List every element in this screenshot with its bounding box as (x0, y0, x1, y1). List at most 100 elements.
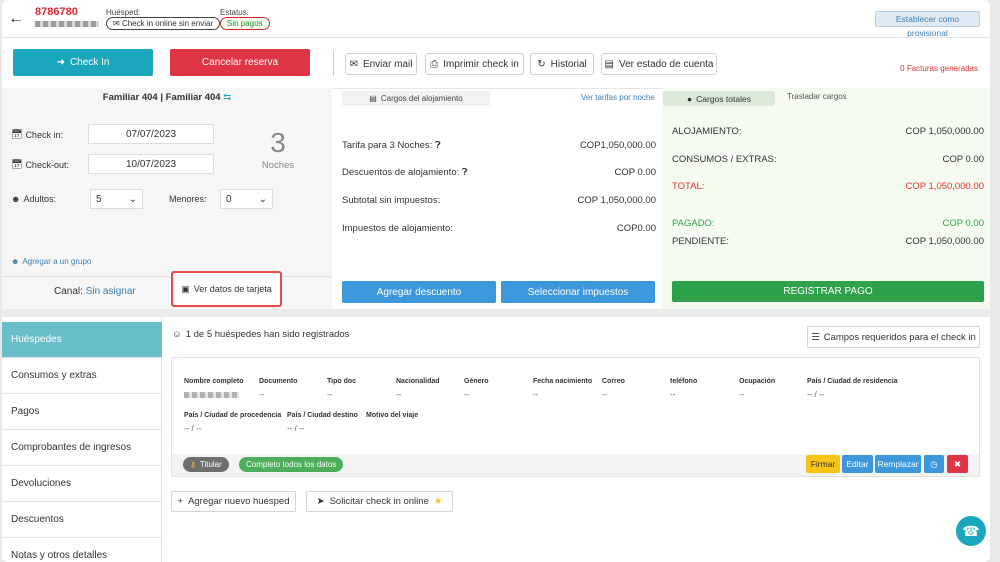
cell-value: -- (396, 390, 402, 399)
cell-value: -- (739, 390, 745, 399)
section-divider (2, 309, 990, 317)
guest-label: Huésped: (106, 8, 141, 17)
column-header: Tipo doc (327, 378, 357, 385)
cell-value: -- (533, 390, 539, 399)
cell-value: -- / -- (807, 390, 825, 399)
users-icon: ☻ (11, 257, 20, 266)
minors-select[interactable]: 0 ⌄ (220, 189, 273, 209)
sidebar-item-consumos[interactable]: Consumos y extras (2, 358, 162, 394)
help-icon[interactable]: ❓︎ (462, 167, 468, 178)
help-icon[interactable]: ❓︎ (435, 140, 441, 151)
total-row: TOTAL: COP 1,050,000.00 (672, 181, 984, 192)
tab-move-charges[interactable]: Trasladar cargos (787, 92, 847, 101)
view-card-data-button[interactable]: ▣ Ver datos de tarjeta (171, 271, 282, 307)
trophy-icon: ★ (433, 496, 443, 507)
column-header: Motivo del viaje (366, 412, 419, 419)
tab-total-charges[interactable]: ● Cargos totales (663, 91, 775, 106)
edit-button[interactable]: Editar (842, 455, 873, 473)
checkin-date-field[interactable]: 07/07/2023 (88, 124, 214, 144)
column-header: País / Ciudad de residencia (807, 378, 898, 385)
sidebar-item-comprobantes[interactable]: Comprobantes de ingresos (2, 430, 162, 466)
charge-row: Tarifa para 3 Noches: ❓︎ COP1,050,000.00 (342, 140, 656, 151)
add-to-group-link[interactable]: ☻ Agregar a un grupo (11, 257, 91, 266)
invoices-count[interactable]: 0 Facturas generadas (900, 64, 978, 73)
guest-name-blurred (35, 21, 99, 27)
guest-status-badge: ✉ Check in online sin enviar (106, 17, 221, 30)
sidebar-item-descuentos[interactable]: Descuentos (2, 502, 162, 538)
printer-icon: ⎙ (430, 58, 439, 70)
sidebar-item-notas[interactable]: Notas y otros detalles (2, 538, 162, 562)
add-guest-button[interactable]: + Agregar nuevo huésped (171, 491, 296, 512)
replace-button[interactable]: Remplazar (875, 455, 921, 473)
holder-badge: ⚷ Titular (183, 457, 229, 472)
credit-card-icon: ▣ (181, 283, 190, 294)
add-discount-button[interactable]: Agregar descuento (342, 281, 496, 303)
adults-label: ☻ Adultos: (11, 194, 57, 204)
request-online-checkin-button[interactable]: ➤ Solicitar check in online ★ (306, 491, 453, 512)
cell-value: -- / -- (287, 424, 305, 433)
view-nightly-rates-link[interactable]: Ver tarifas por noche (581, 93, 655, 102)
required-fields-button[interactable]: ☰ Campos requeridos para el check in (807, 326, 980, 348)
room-name: Familiar 404 | Familiar 404 ⇆ (102, 92, 232, 103)
charge-row: Impuestos de alojamiento: COP0.00 (342, 223, 656, 234)
total-row: CONSUMOS / EXTRAS: COP 0.00 (672, 154, 984, 165)
pending-row: PENDIENTE: COP 1,050,000.00 (672, 236, 984, 247)
cancel-reservation-button[interactable]: Cancelar reserva (170, 49, 310, 76)
adults-select[interactable]: 5 ⌄ (90, 189, 143, 209)
select-taxes-button[interactable]: Seleccionar impuestos (501, 281, 655, 303)
provisional-button[interactable]: Establecer como provisional (875, 11, 980, 38)
headset-icon: ☎ (962, 522, 980, 539)
checkout-date-field[interactable]: 10/07/2023 (88, 154, 214, 174)
complete-data-badge: Completo todos los datos (239, 457, 344, 472)
guest-name-blurred (184, 392, 239, 398)
sidebar-item-pagos[interactable]: Pagos (2, 394, 162, 430)
column-header: Nacionalidad (396, 378, 440, 385)
send-mail-button[interactable]: ✉ Enviar mail (345, 53, 417, 75)
divider (333, 50, 334, 76)
support-chat-button[interactable]: ☎ (956, 516, 986, 546)
status-badge: Sin pagos (220, 17, 270, 30)
column-header: Nombre completo (184, 378, 244, 385)
clock-icon[interactable]: ◷ (924, 455, 944, 473)
checkin-button[interactable]: ➜ Check In (13, 49, 153, 76)
divider (2, 276, 332, 277)
bed-icon: ▤ (369, 94, 377, 103)
key-icon: ⚷ (190, 460, 196, 469)
minors-label: Menores: (169, 194, 207, 204)
register-payment-button[interactable]: REGISTRAR PAGO (672, 281, 984, 302)
column-header: Correo (602, 378, 625, 385)
paid-row: PAGADO: COP 0.00 (672, 218, 984, 229)
calendar-icon: 📅︎ (11, 129, 23, 139)
user-circle-icon: ☺ (172, 329, 182, 340)
guests-registered-title: ☺ 1 de 5 huéspedes han sido registrados (172, 329, 350, 340)
nights-count: 3 (270, 127, 286, 158)
channel-info: Canal: Sin asignar (54, 286, 136, 297)
sign-button[interactable]: Firmar (806, 455, 840, 473)
send-icon: ➤ (316, 496, 325, 507)
back-arrow-icon[interactable]: ← (8, 10, 24, 28)
app-frame: ← 8786780 Huésped: ✉ Check in online sin… (0, 0, 1000, 562)
cell-value: -- / -- (184, 424, 202, 433)
history-button[interactable]: ↻ Historial (530, 53, 594, 75)
checkout-label: 📅︎ Check-out: (11, 159, 69, 170)
checkin-label: 📅︎ Check in: (11, 129, 63, 140)
sidebar-item-huespedes[interactable]: Huéspedes (2, 322, 162, 358)
calendar-icon: 📅︎ (11, 159, 23, 169)
column-header: País / Ciudad destino (287, 412, 358, 419)
print-checkin-button[interactable]: ⎙ Imprimir check in (425, 53, 524, 75)
sidebar-item-devoluciones[interactable]: Devoluciones (2, 466, 162, 502)
cell-value: -- (670, 390, 676, 399)
channel-link[interactable]: Sin asignar (86, 286, 136, 297)
tab-lodging-charges[interactable]: ▤ Cargos del alojamiento (342, 91, 490, 106)
status-label: Estatus: (220, 8, 249, 17)
reservation-id: 8786780 (35, 6, 78, 18)
swap-icon[interactable]: ⇆ (223, 92, 231, 103)
chevron-down-icon: ⌄ (128, 193, 137, 205)
trash-icon[interactable]: ✖ (947, 455, 968, 473)
history-icon: ↻ (537, 58, 546, 70)
mail-icon: ✉ (349, 58, 358, 70)
list-icon: ☰ (811, 331, 820, 343)
column-header: País / Ciudad de procedencia (184, 412, 282, 419)
column-header: Documento (259, 378, 298, 385)
account-state-button[interactable]: ▤ Ver estado de cuenta (601, 53, 717, 75)
